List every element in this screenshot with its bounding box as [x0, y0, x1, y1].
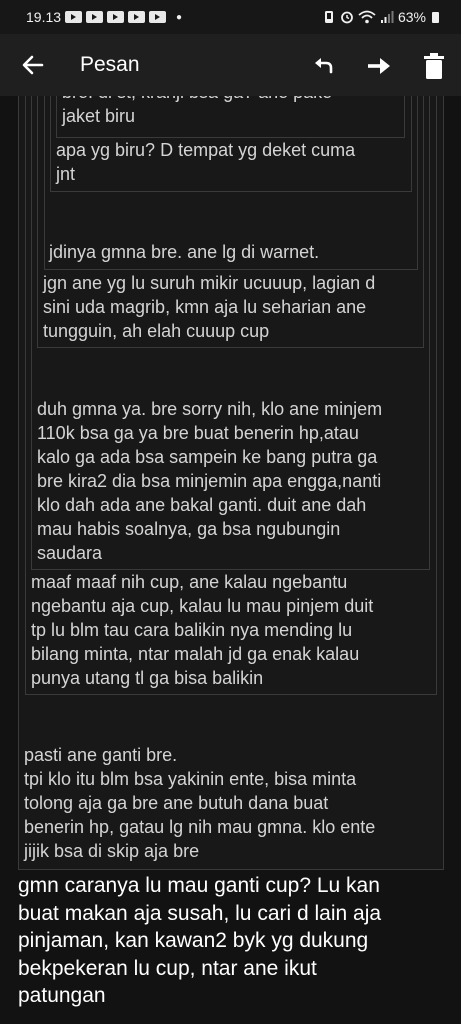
alarm-icon [341, 11, 353, 24]
youtube-notification-icon [107, 11, 125, 23]
quoted-message-7: pasti ane ganti bre. tpi klo itu blm bsa… [24, 745, 376, 861]
page-title: Pesan [80, 53, 140, 76]
status-bar: 19.13 ● 63% [0, 0, 461, 34]
reply-icon[interactable] [312, 54, 336, 78]
battery-icon [432, 11, 439, 23]
status-left: 19.13 ● [26, 9, 182, 25]
more-notifications-icon: ● [176, 11, 183, 23]
wifi-icon [358, 10, 376, 24]
forward-icon[interactable] [366, 54, 392, 78]
delete-trash-icon[interactable] [423, 53, 445, 79]
quoted-message-1: bre. di st, kranji bsa ga? ane pake jake… [62, 96, 332, 126]
latest-message-body: gmn caranya lu mau ganti cup? Lu kan bua… [18, 874, 382, 1007]
quoted-message-6: maaf maaf nih cup, ane kalau ngebantu ng… [31, 572, 374, 688]
vibrate-icon [324, 11, 333, 23]
quoted-message-3: jdinya gmna bre. ane lg di warnet. [49, 242, 320, 262]
quoted-message-2: apa yg biru? D tempat yg deket cuma jnt [56, 140, 356, 184]
battery-percentage: 63% [397, 9, 426, 25]
quoted-message-5: duh gmna ya. bre sorry nih, klo ane minj… [37, 399, 383, 563]
youtube-notification-icon [86, 11, 104, 23]
youtube-notification-icon [65, 11, 83, 23]
message-content: bre. di st, kranji bsa ga? ane pake jake… [0, 96, 461, 1024]
app-notification-icon [149, 11, 167, 23]
quoted-message-4: jgn ane yg lu suruh mikir ucuuup, lagian… [43, 273, 376, 341]
youtube-notification-icon [128, 11, 146, 23]
signal-icon [380, 11, 394, 23]
back-arrow-icon[interactable] [20, 52, 46, 78]
status-right: 63% [322, 9, 439, 25]
app-bar: Pesan [0, 34, 461, 96]
status-time: 19.13 [26, 9, 62, 25]
